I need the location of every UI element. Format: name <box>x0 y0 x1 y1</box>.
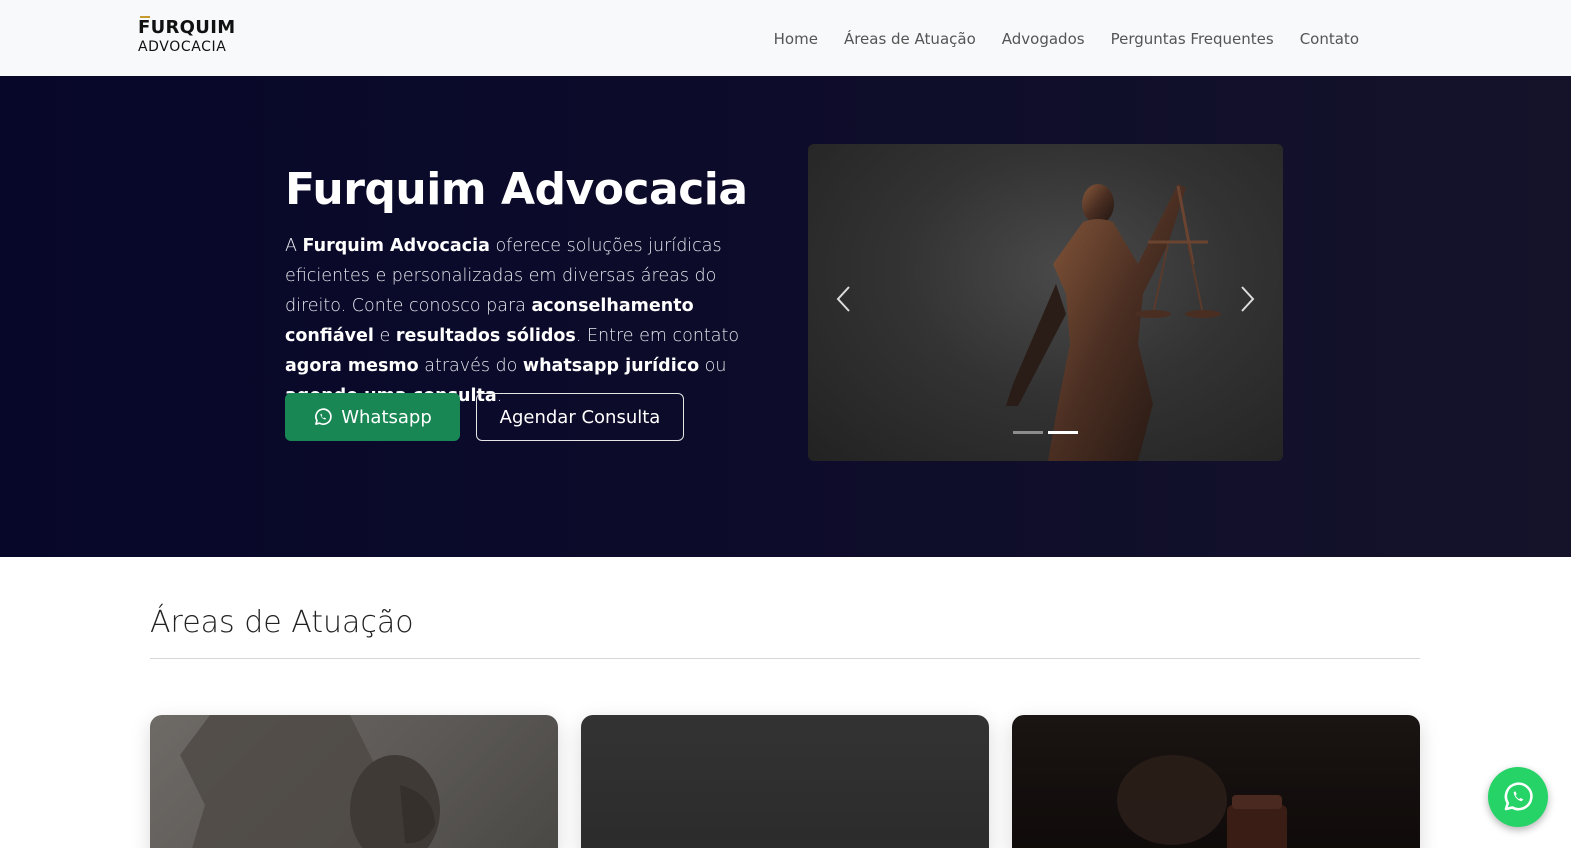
section-divider <box>150 658 1420 659</box>
hero-text-bold: whatsapp jurídico <box>522 356 700 376</box>
whatsapp-icon <box>315 408 332 425</box>
chevron-right-icon[interactable] <box>1231 284 1261 314</box>
brand-logo[interactable]: FURQUIM ADVOCACIA <box>138 16 242 60</box>
nav-link-contato[interactable]: Contato <box>1300 28 1359 50</box>
brand-line-2: ADVOCACIA <box>138 39 227 55</box>
chevron-left-icon[interactable] <box>830 284 860 314</box>
nav-link-faq[interactable]: Perguntas Frequentes <box>1111 28 1274 50</box>
lady-justice-image <box>1006 184 1221 461</box>
area-card-1[interactable] <box>150 715 558 848</box>
nav-link-areas[interactable]: Áreas de Atuação <box>844 28 976 50</box>
hero-description: A Furquim Advocacia oferece soluções jur… <box>285 231 775 411</box>
hero-text-part: ou <box>699 356 727 376</box>
hero-text-bold: agora mesmo <box>285 356 419 376</box>
whatsapp-icon <box>1504 782 1533 811</box>
hero-text-bold: resultados sólidos <box>395 326 576 346</box>
hero-text-part: através do <box>418 356 523 376</box>
hero-carousel <box>808 144 1283 461</box>
carousel-indicator-2[interactable] <box>1048 431 1078 434</box>
hero-text-part: e <box>373 326 396 346</box>
floating-whatsapp-button[interactable] <box>1488 767 1548 827</box>
nav-link-advogados[interactable]: Advogados <box>1002 28 1085 50</box>
hero-text-bold: Furquim Advocacia <box>302 236 490 256</box>
brand-line-1: FURQUIM <box>138 17 236 38</box>
hero-title: Furquim Advocacia <box>285 164 748 215</box>
statue-image <box>180 715 440 848</box>
hero-text-part: A <box>285 236 303 256</box>
area-card-3[interactable] <box>1012 715 1420 848</box>
main-nav: Home Áreas de Atuação Advogados Pergunta… <box>774 28 1359 50</box>
area-card-2[interactable] <box>581 715 989 848</box>
agendar-consulta-button[interactable]: Agendar Consulta <box>476 393 684 441</box>
whatsapp-button-label: Whatsapp <box>341 406 432 428</box>
whatsapp-button[interactable]: Whatsapp <box>285 393 460 441</box>
gavel-image <box>1117 755 1287 848</box>
carousel-indicator-1[interactable] <box>1013 431 1043 434</box>
hero-section: Furquim Advocacia A Furquim Advocacia of… <box>0 76 1571 557</box>
nav-link-home[interactable]: Home <box>774 28 818 50</box>
areas-section-title: Áreas de Atuação <box>150 605 414 640</box>
navbar: FURQUIM ADVOCACIA Home Áreas de Atuação … <box>0 0 1571 76</box>
hero-text-part: . Entre em contato <box>575 326 740 346</box>
